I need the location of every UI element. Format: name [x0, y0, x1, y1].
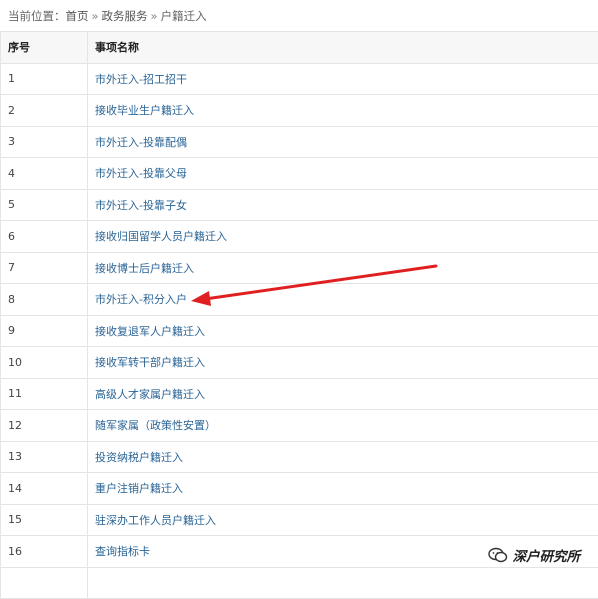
breadcrumb-current: 户籍迁入: [161, 9, 207, 23]
breadcrumb-gov-services-link[interactable]: 政务服务: [102, 9, 148, 23]
table-row: 13 投资纳税户籍迁入: [1, 441, 598, 473]
table-header-row: 序号 事项名称: [1, 32, 598, 64]
row-number: 3: [1, 126, 88, 158]
column-header-item-name: 事项名称: [88, 32, 598, 64]
row-item-name-cell: 高级人才家属户籍迁入: [88, 378, 598, 410]
item-link[interactable]: 驻深办工作人员户籍迁入: [95, 514, 216, 527]
row-number: 12: [1, 410, 88, 442]
item-link[interactable]: 高级人才家属户籍迁入: [95, 388, 205, 401]
row-number: 5: [1, 189, 88, 221]
table-row: 10 接收军转干部户籍迁入: [1, 347, 598, 379]
column-header-number: 序号: [1, 32, 88, 64]
table-row: 7 接收博士后户籍迁入: [1, 252, 598, 284]
row-item-name-cell: 驻深办工作人员户籍迁入: [88, 504, 598, 536]
table-row: [1, 567, 598, 599]
table-row: 14 重户注销户籍迁入: [1, 473, 598, 505]
row-number: 6: [1, 221, 88, 253]
row-item-name-cell: 接收博士后户籍迁入: [88, 252, 598, 284]
row-number: 11: [1, 378, 88, 410]
row-number: 7: [1, 252, 88, 284]
item-link[interactable]: 接收归国留学人员户籍迁入: [95, 230, 227, 243]
row-item-name-cell: 市外迁入-投靠子女: [88, 189, 598, 221]
row-number: 14: [1, 473, 88, 505]
breadcrumb-separator: »: [151, 9, 158, 23]
row-number: [1, 567, 88, 599]
breadcrumb-home-link[interactable]: 首页: [66, 9, 89, 23]
items-table: 序号 事项名称 1市外迁入-招工招干2接收毕业生户籍迁入3市外迁入-投靠配偶4市…: [0, 31, 598, 599]
row-item-name-cell: 市外迁入-投靠配偶: [88, 126, 598, 158]
item-link[interactable]: 接收复退军人户籍迁入: [95, 325, 205, 338]
item-link[interactable]: 市外迁入-投靠父母: [95, 167, 187, 180]
row-item-name-cell: 投资纳税户籍迁入: [88, 441, 598, 473]
row-item-name-cell: 随军家属（政策性安置）: [88, 410, 598, 442]
item-link[interactable]: 接收军转干部户籍迁入: [95, 356, 205, 369]
item-link[interactable]: 市外迁入-投靠子女: [95, 199, 187, 212]
row-item-name-cell: 市外迁入-投靠父母: [88, 158, 598, 190]
breadcrumb-prefix: 当前位置：: [8, 9, 66, 23]
wechat-icon: [488, 547, 508, 563]
row-number: 1: [1, 63, 88, 95]
breadcrumb: 当前位置：首页»政务服务»户籍迁入: [8, 8, 207, 24]
breadcrumb-separator: »: [92, 9, 99, 23]
row-number: 13: [1, 441, 88, 473]
row-item-name-cell: 重户注销户籍迁入: [88, 473, 598, 505]
table-row: 11 高级人才家属户籍迁入: [1, 378, 598, 410]
row-item-name-cell: 接收复退军人户籍迁入: [88, 315, 598, 347]
row-number: 8: [1, 284, 88, 316]
table-row: 2 接收毕业生户籍迁入: [1, 95, 598, 127]
item-link[interactable]: 投资纳税户籍迁入: [95, 451, 183, 464]
row-number: 15: [1, 504, 88, 536]
table-row: 5 市外迁入-投靠子女: [1, 189, 598, 221]
item-link[interactable]: 市外迁入-投靠配偶: [95, 136, 187, 149]
item-link[interactable]: 随军家属（政策性安置）: [95, 419, 216, 432]
row-item-name-cell: 接收毕业生户籍迁入: [88, 95, 598, 127]
table-row: 1 市外迁入-招工招干: [1, 63, 598, 95]
row-number: 10: [1, 347, 88, 379]
row-item-name-cell: 接收归国留学人员户籍迁入: [88, 221, 598, 253]
watermark: 深户研究所: [488, 545, 581, 565]
row-number: 2: [1, 95, 88, 127]
row-item-name-cell: 接收军转干部户籍迁入: [88, 347, 598, 379]
row-number: 16: [1, 536, 88, 568]
table-row: 12 随军家属（政策性安置）: [1, 410, 598, 442]
row-number: 9: [1, 315, 88, 347]
table-row: 8 市外迁入-积分入户: [1, 284, 598, 316]
table-row: 4 市外迁入-投靠父母: [1, 158, 598, 190]
table-row: 3 市外迁入-投靠配偶: [1, 126, 598, 158]
table-row: 9 接收复退军人户籍迁入: [1, 315, 598, 347]
table-row: 15 驻深办工作人员户籍迁入: [1, 504, 598, 536]
row-number: 4: [1, 158, 88, 190]
item-link[interactable]: 市外迁入-招工招干: [95, 73, 187, 86]
row-item-name-cell: 市外迁入-招工招干: [88, 63, 598, 95]
item-link[interactable]: 接收博士后户籍迁入: [95, 262, 194, 275]
item-link[interactable]: 接收毕业生户籍迁入: [95, 104, 194, 117]
item-link[interactable]: 查询指标卡: [95, 545, 150, 558]
row-item-name-cell: 市外迁入-积分入户: [88, 284, 598, 316]
watermark-text: 深户研究所: [513, 545, 581, 565]
row-item-name-cell: [88, 567, 598, 599]
table-row: 6 接收归国留学人员户籍迁入: [1, 221, 598, 253]
item-link[interactable]: 重户注销户籍迁入: [95, 482, 183, 495]
item-link[interactable]: 市外迁入-积分入户: [95, 293, 187, 306]
